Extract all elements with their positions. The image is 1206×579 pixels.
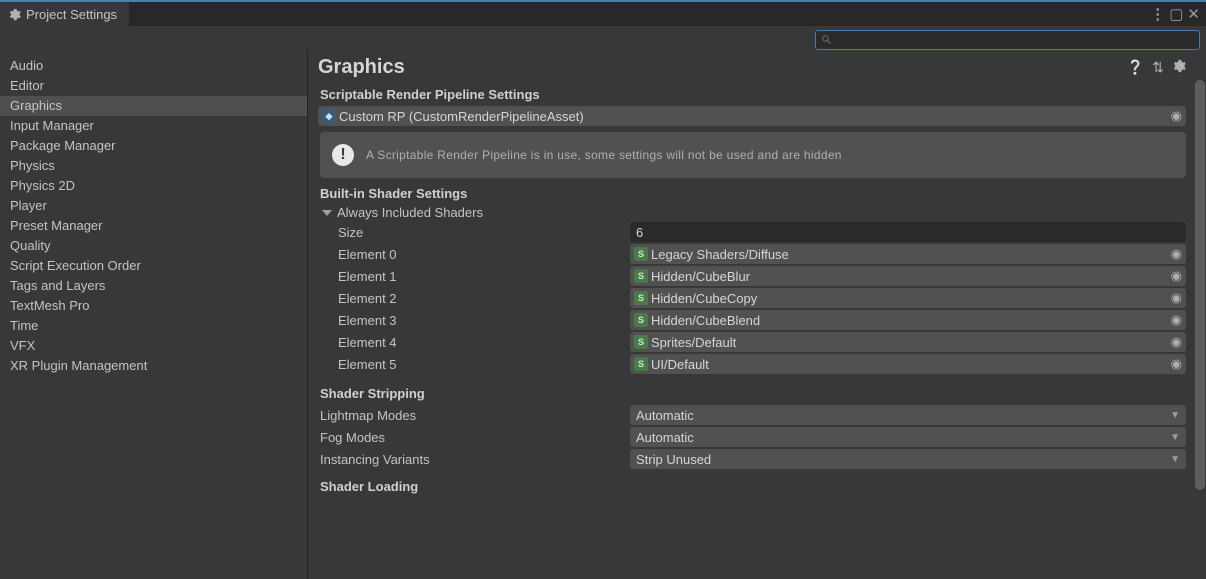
stripping-label-0: Lightmap Modes (318, 408, 630, 423)
maximize-icon[interactable]: ▢ (1169, 7, 1183, 22)
chevron-down-icon: ▼ (1170, 410, 1180, 421)
close-icon[interactable]: ✕ (1187, 7, 1200, 22)
scrollbar-thumb[interactable] (1195, 80, 1205, 490)
gear-icon[interactable] (1172, 59, 1186, 76)
sidebar-item-vfx[interactable]: VFX (0, 336, 307, 356)
settings-sidebar: AudioEditorGraphicsInput ManagerPackage … (0, 50, 308, 579)
chevron-down-icon: ▼ (1170, 432, 1180, 443)
gear-icon (8, 8, 21, 21)
element-value: Legacy Shaders/Diffuse (651, 247, 789, 262)
dropdown-value: Automatic (636, 408, 694, 423)
dropdown-value: Strip Unused (636, 452, 711, 467)
element-field-5[interactable]: SUI/Default ◉ (630, 354, 1186, 374)
info-message: A Scriptable Render Pipeline is in use, … (366, 148, 842, 162)
preset-icon[interactable]: ⇅ (1152, 59, 1164, 76)
search-row (0, 26, 1206, 50)
sidebar-item-textmesh-pro[interactable]: TextMesh Pro (0, 296, 307, 316)
shader-icon: S (634, 291, 648, 305)
stripping-dropdown-0[interactable]: Automatic ▼ (630, 405, 1186, 425)
size-label: Size (318, 225, 630, 240)
sidebar-item-time[interactable]: Time (0, 316, 307, 336)
shader-icon: S (634, 269, 648, 283)
element-value: Hidden/CubeCopy (651, 291, 757, 306)
kebab-icon[interactable]: ⋮ (1150, 7, 1163, 22)
size-field[interactable]: 6 (630, 222, 1186, 242)
shader-icon: S (634, 313, 648, 327)
sidebar-item-physics[interactable]: Physics (0, 156, 307, 176)
object-picker-icon[interactable]: ◉ (1171, 356, 1182, 372)
sidebar-item-editor[interactable]: Editor (0, 76, 307, 96)
foldout-arrow-icon (322, 210, 332, 216)
element-field-3[interactable]: SHidden/CubeBlend ◉ (630, 310, 1186, 330)
sidebar-item-quality[interactable]: Quality (0, 236, 307, 256)
sidebar-item-input-manager[interactable]: Input Manager (0, 116, 307, 136)
search-icon (821, 34, 832, 45)
element-label-1: Element 1 (318, 269, 630, 284)
shader-icon: S (634, 247, 648, 261)
srp-asset-field[interactable]: ◆ Custom RP (CustomRenderPipelineAsset) … (318, 106, 1186, 126)
sidebar-item-audio[interactable]: Audio (0, 56, 307, 76)
stripping-label-1: Fog Modes (318, 430, 630, 445)
sidebar-item-tags-and-layers[interactable]: Tags and Layers (0, 276, 307, 296)
help-icon[interactable]: ❔ (1127, 59, 1144, 76)
chevron-down-icon: ▼ (1170, 454, 1180, 465)
element-value: Hidden/CubeBlur (651, 269, 750, 284)
element-label-5: Element 5 (318, 357, 630, 372)
element-label-3: Element 3 (318, 313, 630, 328)
settings-content: Graphics ❔ ⇅ Scriptable Render Pipeline … (308, 50, 1194, 579)
asset-icon: ◆ (322, 109, 336, 123)
sidebar-item-xr-plugin-management[interactable]: XR Plugin Management (0, 356, 307, 376)
element-field-4[interactable]: SSprites/Default ◉ (630, 332, 1186, 352)
object-picker-icon[interactable]: ◉ (1171, 246, 1182, 262)
section-builtin: Built-in Shader Settings (320, 186, 1194, 201)
info-box: ! A Scriptable Render Pipeline is in use… (320, 132, 1186, 178)
tab-label: Project Settings (26, 7, 117, 22)
object-picker-icon[interactable]: ◉ (1171, 312, 1182, 328)
sidebar-item-graphics[interactable]: Graphics (0, 96, 307, 116)
search-box[interactable] (815, 30, 1200, 50)
stripping-dropdown-2[interactable]: Strip Unused ▼ (630, 449, 1186, 469)
element-value: UI/Default (651, 357, 709, 372)
object-picker-icon[interactable]: ◉ (1171, 268, 1182, 284)
element-field-1[interactable]: SHidden/CubeBlur ◉ (630, 266, 1186, 286)
element-value: Hidden/CubeBlend (651, 313, 760, 328)
srp-asset-value: Custom RP (CustomRenderPipelineAsset) (339, 109, 584, 124)
search-input[interactable] (836, 33, 1194, 47)
shader-icon: S (634, 335, 648, 349)
dropdown-value: Automatic (636, 430, 694, 445)
sidebar-item-script-execution-order[interactable]: Script Execution Order (0, 256, 307, 276)
section-srp: Scriptable Render Pipeline Settings (320, 87, 1194, 102)
stripping-dropdown-1[interactable]: Automatic ▼ (630, 427, 1186, 447)
tab-bar: Project Settings ⋮ ▢ ✕ (0, 0, 1206, 26)
window-controls: ⋮ ▢ ✕ (1150, 2, 1206, 26)
vertical-scrollbar[interactable] (1194, 50, 1206, 579)
panel-title: Graphics (318, 56, 1127, 79)
sidebar-item-preset-manager[interactable]: Preset Manager (0, 216, 307, 236)
object-picker-icon[interactable]: ◉ (1171, 108, 1182, 124)
object-picker-icon[interactable]: ◉ (1171, 334, 1182, 350)
section-loading: Shader Loading (320, 479, 1194, 494)
sidebar-item-package-manager[interactable]: Package Manager (0, 136, 307, 156)
element-label-0: Element 0 (318, 247, 630, 262)
shader-icon: S (634, 357, 648, 371)
element-field-2[interactable]: SHidden/CubeCopy ◉ (630, 288, 1186, 308)
stripping-label-2: Instancing Variants (318, 452, 630, 467)
object-picker-icon[interactable]: ◉ (1171, 290, 1182, 306)
foldout-always-included[interactable]: Always Included Shaders (318, 205, 630, 220)
info-icon: ! (332, 144, 354, 166)
tab-project-settings[interactable]: Project Settings (0, 2, 129, 26)
element-field-0[interactable]: SLegacy Shaders/Diffuse ◉ (630, 244, 1186, 264)
element-value: Sprites/Default (651, 335, 736, 350)
section-stripping: Shader Stripping (320, 386, 1194, 401)
element-label-2: Element 2 (318, 291, 630, 306)
sidebar-item-physics-2d[interactable]: Physics 2D (0, 176, 307, 196)
sidebar-item-player[interactable]: Player (0, 196, 307, 216)
element-label-4: Element 4 (318, 335, 630, 350)
